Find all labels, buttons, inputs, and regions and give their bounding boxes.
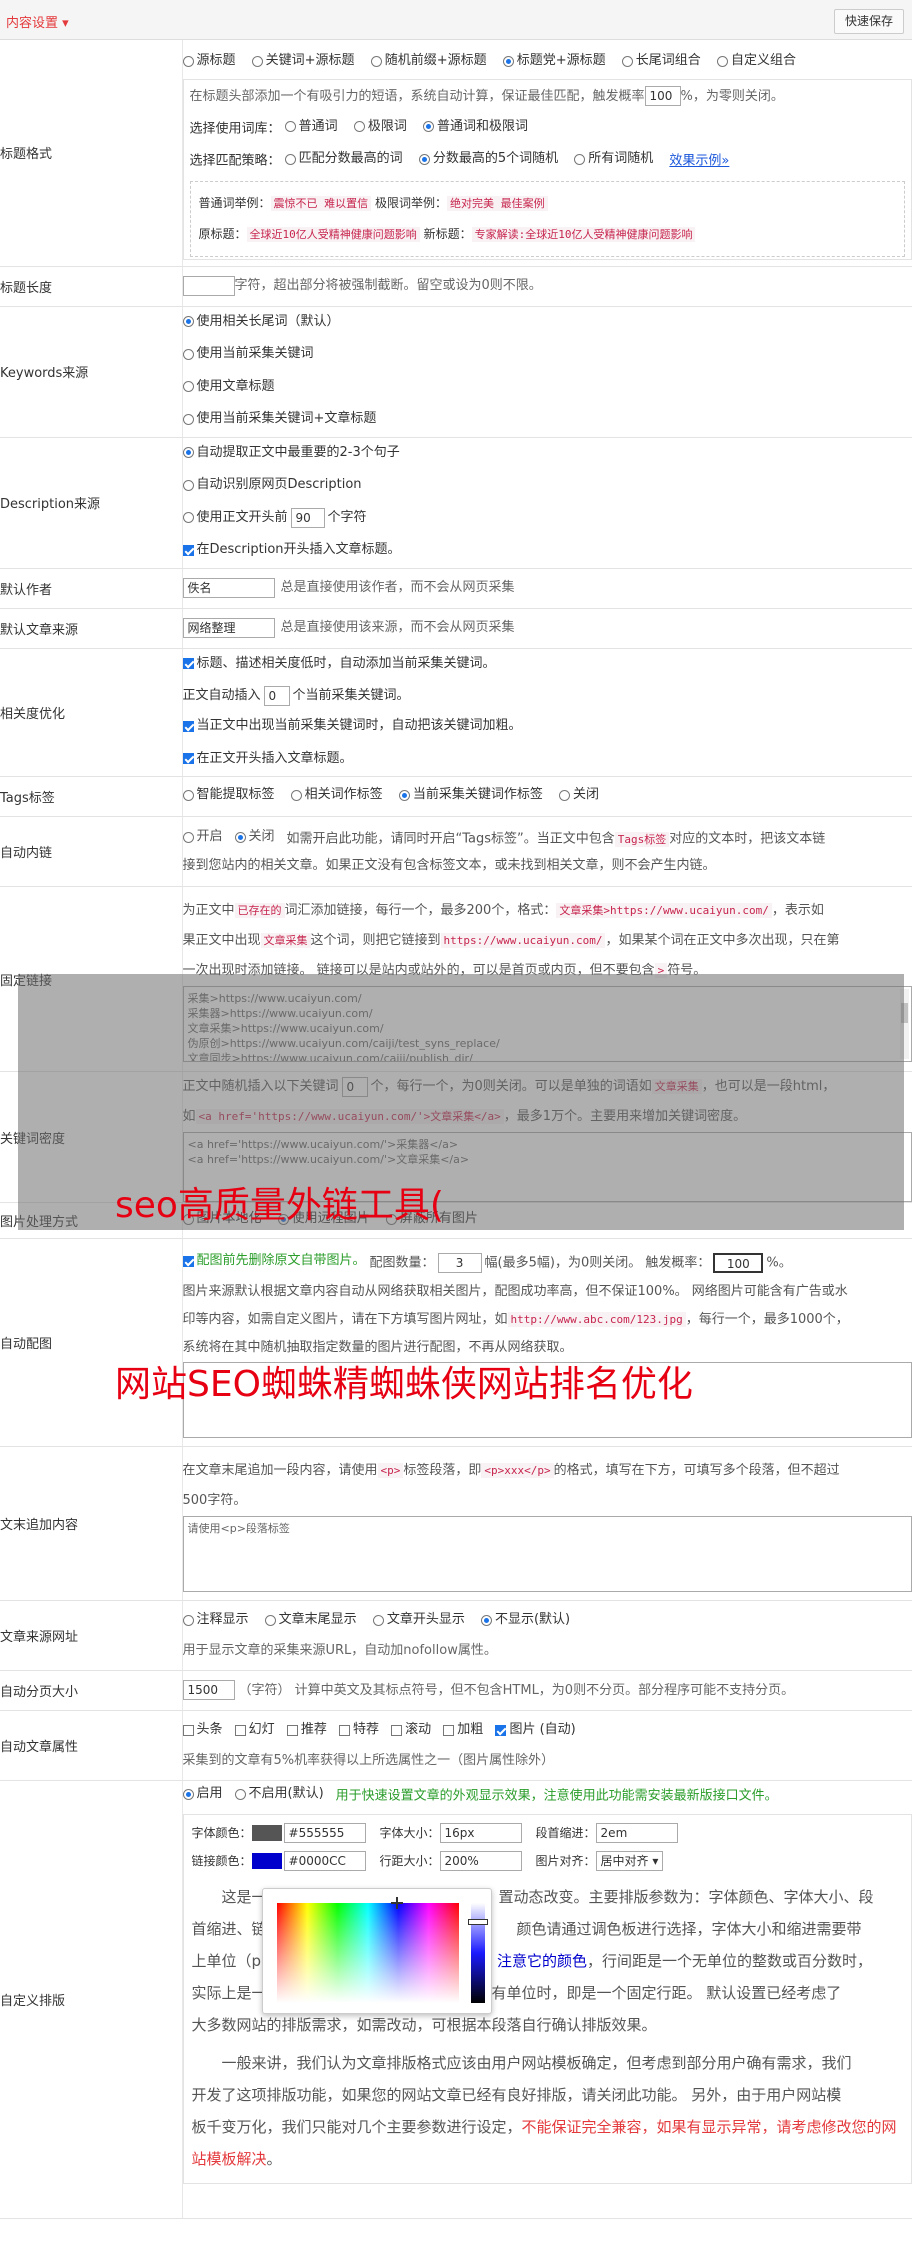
textarea-scrollbar[interactable] xyxy=(900,989,909,1059)
row-autolink: 自动内链 开启 关闭 如需开启此功能，请同时开启“Tags标签”。当正文中包含 Tag… xyxy=(0,816,912,887)
page-header: 内容设置 ▾ 快速保存 xyxy=(0,0,912,40)
keyword-density-count-input[interactable]: 0 xyxy=(341,1076,368,1097)
color-picker-popup[interactable] xyxy=(262,1888,492,2014)
desc-option[interactable]: 自动提取正文中最重要的2-3个句子 xyxy=(182,438,400,468)
typeset-off-radio[interactable]: 不启用(默认) xyxy=(234,1781,324,1807)
preview-link[interactable]: 注意它的颜色 xyxy=(497,1952,587,1970)
font-size-input[interactable]: 16px xyxy=(439,1823,522,1843)
row-author: 默认作者 佚名 总是直接使用该作者，而不会从网页采集 xyxy=(0,568,912,609)
row-relevance: 相关度优化 标题、描述相关度低时，自动添加当前采集关键词。 正文自动插入 0 个当前… xyxy=(0,648,912,777)
tags-option[interactable]: 智能提取标签 xyxy=(182,780,275,810)
attribute-checkbox[interactable]: 推荐 xyxy=(286,1716,327,1744)
title-mode-option[interactable]: 关键词+源标题 xyxy=(251,46,355,76)
title-length-input[interactable] xyxy=(182,275,235,296)
row-auto-image: 自动配图 配图前先删除原文自带图片。 配图数量： 3 幅(最多5幅)，为0则关闭。 触… xyxy=(0,1238,912,1447)
hue-slider[interactable] xyxy=(471,1903,485,2003)
image-align-select[interactable]: 居中对齐 ▾ xyxy=(595,1851,664,1871)
match-strategy-group: 选择匹配策略： 匹配分数最高的词 分数最高的5个词随机 所有词随机 效果示例» xyxy=(190,144,906,177)
insert-title-checkbox[interactable]: 在正文开头插入文章标题。 xyxy=(182,744,353,774)
image-rate-input[interactable]: 100 xyxy=(713,1253,764,1274)
attribute-checkbox[interactable]: 图片 (自动) xyxy=(495,1716,576,1744)
row-fixed-link: 固定链接 为正文中 已存在的 词汇添加链接，每行一个，最多200个，格式： 文章采集>… xyxy=(0,886,912,1072)
line-height-input[interactable]: 200% xyxy=(439,1851,522,1871)
title-mode-option[interactable]: 长尾词组合 xyxy=(621,46,701,76)
row-description: Description来源 自动提取正文中最重要的2-3个句子 自动识别原网页D… xyxy=(0,437,912,569)
row-keywords: Keywords来源 使用相关长尾词（默认） 使用当前采集关键词 使用文章标题 … xyxy=(0,306,912,438)
word-lib-option[interactable]: 普通词 xyxy=(284,112,338,142)
prefix-rate-input[interactable]: 100 xyxy=(644,86,681,106)
tags-option[interactable]: 相关词作标签 xyxy=(290,780,383,810)
link-color-input[interactable]: #0000CC xyxy=(283,1851,366,1871)
row-source: 默认文章来源 网络整理 总是直接使用该来源，而不会从网页采集 xyxy=(0,608,912,649)
insert-keyword-count-input[interactable]: 0 xyxy=(263,685,290,706)
author-input[interactable]: 佚名 xyxy=(182,577,275,598)
row-append-content: 文末追加内容 在文章末尾追加一段内容，请使用 <p> 标签段落，即 <p>xxx</p… xyxy=(0,1446,912,1601)
row-title-length: 标题长度 字符，超出部分将被强制截断。留空或设为0则不限。 xyxy=(0,266,912,307)
row-label: 标题格式 xyxy=(0,40,183,267)
tags-option[interactable]: 关闭 xyxy=(558,780,599,810)
match-strategy-option[interactable]: 匹配分数最高的词 xyxy=(284,144,403,174)
source-input[interactable]: 网络整理 xyxy=(182,617,275,638)
row-source-url: 文章来源网址 注释显示 文章末尾显示 文章开头显示 不显示(默认) 用于显示文章… xyxy=(0,1600,912,1671)
keywords-option[interactable]: 使用当前采集关键词 xyxy=(182,339,314,369)
row-paging: 自动分页大小 1500 （字符） 计算中英文及其标点符号，但不包含HTML，为0则… xyxy=(0,1670,912,1711)
keywords-option[interactable]: 使用文章标题 xyxy=(182,372,275,402)
font-color-input[interactable]: #555555 xyxy=(283,1823,366,1843)
append-content-textarea[interactable]: 请使用<p>段落标签 xyxy=(182,1515,912,1592)
overlay-text: seo高质量外链工具( xyxy=(115,1185,444,1226)
title-mode-option[interactable]: 源标题 xyxy=(182,46,236,76)
row-tags: Tags标签 智能提取标签 相关词作标签 当前采集关键词作标签 关闭 xyxy=(0,776,912,817)
match-strategy-option[interactable]: 分数最高的5个词随机 xyxy=(418,144,558,174)
match-strategy-option[interactable]: 所有词随机 xyxy=(574,144,653,174)
prefix-description: 在标题头部添加一个有吸引力的短语，系统自动计算，保证最佳匹配，触发概率 100%，… xyxy=(190,82,906,112)
title-mode-option[interactable]: 随机前缀+源标题 xyxy=(370,46,487,76)
attribute-checkbox[interactable]: 滚动 xyxy=(391,1716,431,1744)
keywords-option[interactable]: 使用相关长尾词（默认） xyxy=(182,307,340,337)
link-color-swatch[interactable] xyxy=(251,1853,282,1869)
attribute-checkbox[interactable]: 加粗 xyxy=(443,1716,483,1744)
attribute-checkbox[interactable]: 头条 xyxy=(182,1716,223,1744)
fixed-link-textarea[interactable]: 采集>https://www.ucaiyun.com/ 采集器>https://… xyxy=(182,986,912,1062)
word-lib-option[interactable]: 极限词 xyxy=(353,112,407,142)
word-lib-option[interactable]: 普通词和极限词 xyxy=(422,112,528,142)
quick-save-button[interactable]: 快速保存 xyxy=(833,9,904,34)
autolink-on-radio[interactable]: 开启 xyxy=(182,824,223,850)
row-article-attributes: 自动文章属性 头条 幻灯 推荐 特荐 滚动 加粗 图片 (自动) 采集到的文章有… xyxy=(0,1710,912,1781)
word-lib-group: 选择使用词库： 普通词 极限词 普通词和极限词 xyxy=(190,112,906,145)
source-url-option[interactable]: 注释显示 xyxy=(182,1606,249,1634)
source-url-option[interactable]: 文章末尾显示 xyxy=(264,1606,357,1634)
delete-original-images-checkbox[interactable]: 配图前先删除原文自带图片。 xyxy=(182,1247,366,1275)
indent-input[interactable]: 2em xyxy=(595,1823,678,1843)
paging-size-input[interactable]: 1500 xyxy=(182,1680,235,1700)
row-title-format: 标题格式 源标题 关键词+源标题 随机前缀+源标题 标题党+源标题 长尾词组合 … xyxy=(0,40,912,267)
image-count-input[interactable]: 3 xyxy=(437,1253,482,1274)
example-box: 普通词举例： 震惊不已 难以置信 极限词举例： 绝对完美 最佳案例 原标题： 全球近1… xyxy=(189,180,905,257)
source-url-option[interactable]: 不显示(默认) xyxy=(480,1606,570,1634)
section-title[interactable]: 内容设置 ▾ xyxy=(6,12,69,31)
color-gradient-area[interactable] xyxy=(277,1903,459,2003)
font-color-swatch[interactable] xyxy=(251,1825,282,1841)
relevance-checkbox[interactable]: 标题、描述相关度低时，自动添加当前采集关键词。 xyxy=(182,649,496,679)
crosshair-icon xyxy=(391,1897,403,1909)
bold-keyword-checkbox[interactable]: 当正文中出现当前采集关键词时，自动把该关键词加粗。 xyxy=(182,711,522,741)
desc-option[interactable]: 自动识别原网页Description xyxy=(182,470,362,500)
attribute-checkbox[interactable]: 幻灯 xyxy=(234,1716,275,1744)
desc-chars-input[interactable]: 90 xyxy=(290,507,325,528)
demo-link[interactable]: 效果示例» xyxy=(669,154,729,169)
title-mode-option[interactable]: 自定义组合 xyxy=(716,46,796,76)
attribute-checkbox[interactable]: 特荐 xyxy=(338,1716,379,1744)
autolink-off-radio[interactable]: 关闭 xyxy=(234,824,275,850)
title-mode-option[interactable]: 标题党+源标题 xyxy=(502,46,606,76)
keywords-option[interactable]: 使用当前采集关键词+文章标题 xyxy=(182,404,376,434)
overlay-text: 网站SEO蜘蛛精蜘蛛侠网站排名优化 xyxy=(115,1364,693,1405)
title-mode-group: 源标题 关键词+源标题 随机前缀+源标题 标题党+源标题 长尾词组合 自定义组合 xyxy=(182,46,912,79)
typeset-on-radio[interactable]: 启用 xyxy=(182,1781,223,1807)
desc-insert-title-checkbox[interactable]: 在Description开头插入文章标题。 xyxy=(182,535,401,565)
source-url-option[interactable]: 文章开头显示 xyxy=(372,1606,465,1634)
tags-option[interactable]: 当前采集关键词作标签 xyxy=(398,780,543,810)
hue-slider-handle[interactable] xyxy=(468,1919,488,1925)
desc-option[interactable]: 使用正文开头前 90 个字符 xyxy=(182,503,367,533)
